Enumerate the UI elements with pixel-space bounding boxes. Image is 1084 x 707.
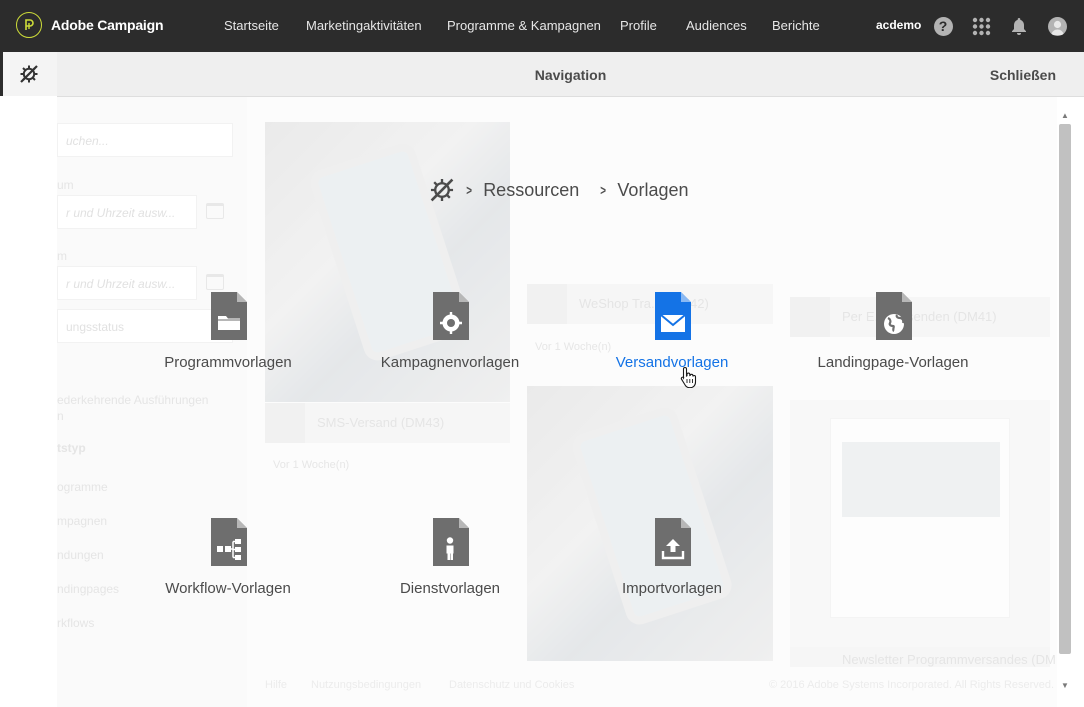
scroll-down-icon[interactable]: ▼ [1059,680,1071,692]
close-button[interactable]: Schließen [990,67,1056,83]
hand-cursor-icon [680,366,698,389]
tile-importvorlagen[interactable]: Importvorlagen [577,518,767,604]
nav-audiences[interactable]: Audiences [686,18,747,33]
bell-icon[interactable] [1009,16,1029,36]
breadcrumb-vorlagen: Vorlagen [617,179,689,200]
panel-header: Navigation Schließen [57,52,1084,97]
tile-workflow-vorlagen[interactable]: Workflow-Vorlagen [133,518,323,604]
globe-document-icon [876,292,912,340]
tile-programmvorlagen[interactable]: Programmvorlagen [133,292,323,378]
top-bar: Adobe Campaign Startseite Marketingaktiv… [0,0,1084,52]
panel-title: Navigation [534,67,607,83]
tile-label: Importvorlagen [621,580,723,597]
chevron-right-icon: > [600,182,607,198]
mail-document-icon [655,292,691,340]
nav-marketingaktivitaeten[interactable]: Marketingaktivitäten [306,18,422,33]
user-name[interactable]: acdemo [876,18,921,32]
tile-label: Landingpage-Vorlagen [817,354,969,371]
adobe-campaign-logo-icon [16,12,42,38]
scrollbar-thumb[interactable] [1059,124,1071,654]
help-icon[interactable]: ? [933,16,953,36]
brand-name: Adobe Campaign [51,17,164,33]
target-document-icon [433,292,469,340]
tile-landingpage-vorlagen[interactable]: Landingpage-Vorlagen [798,292,988,378]
scroll-up-icon[interactable]: ▲ [1059,110,1071,122]
nav-programme-kampagnen[interactable]: Programme & Kampagnen [447,18,601,33]
tile-label: Versandvorlagen [615,354,729,371]
tile-label: Kampagnenvorlagen [380,354,520,371]
nav-startseite[interactable]: Startseite [224,18,279,33]
tile-dienstvorlagen[interactable]: Dienstvorlagen [355,518,545,604]
resources-icon[interactable] [429,177,455,203]
user-avatar-icon[interactable] [1047,16,1067,36]
upload-document-icon [655,518,691,566]
person-document-icon [433,518,469,566]
tile-versandvorlagen[interactable]: Versandvorlagen [577,292,767,378]
nav-berichte[interactable]: Berichte [772,18,820,33]
brand[interactable]: Adobe Campaign [16,12,164,38]
tile-label: Programmvorlagen [164,354,292,371]
breadcrumb-ressourcen[interactable]: Ressourcen [483,180,579,201]
folder-document-icon [211,292,247,340]
tile-label: Workflow-Vorlagen [165,580,291,597]
breadcrumb: > Ressourcen > Vorlagen [429,176,688,204]
apps-grid-icon[interactable] [971,16,991,36]
tile-label: Dienstvorlagen [399,580,501,597]
nav-profile[interactable]: Profile [620,18,657,33]
chevron-right-icon: > [466,182,472,198]
left-rail [0,52,57,707]
tile-kampagnenvorlagen[interactable]: Kampagnenvorlagen [355,292,545,378]
resources-icon[interactable] [19,64,39,89]
workflow-document-icon [211,518,247,566]
